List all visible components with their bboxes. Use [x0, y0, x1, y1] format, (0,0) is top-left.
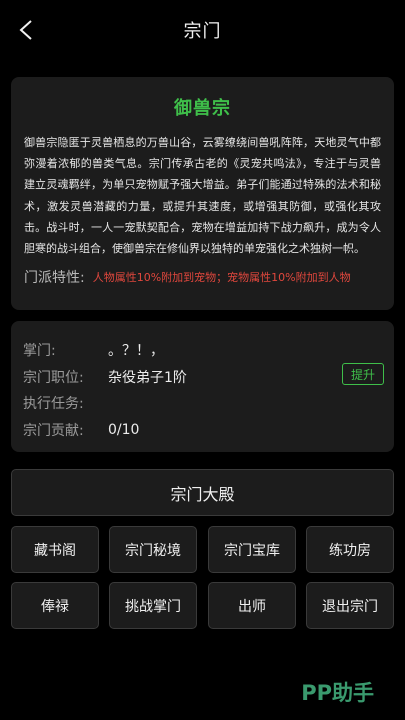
sect-name: 御兽宗 [174, 98, 231, 119]
contribution-row: 宗门贡献: 0/10 [23, 417, 394, 444]
salary-button[interactable]: 俸禄 [11, 582, 99, 629]
back-button[interactable] [12, 16, 40, 44]
task-row: 执行任务: [23, 390, 394, 417]
secret-realm-button[interactable]: 宗门秘境 [109, 526, 197, 573]
contribution-value: 0/10 [108, 421, 140, 438]
sect-description: 御兽宗隐匿于灵兽栖息的万兽山谷，云雾缭绕间兽吼阵阵，天地灵气中都弥漫着浓郁的兽类… [24, 136, 381, 256]
position-value: 杂役弟子1阶 [108, 369, 187, 386]
sect-trait-value: 人物属性10%附加到宠物；宠物属性10%附加到人物 [92, 271, 351, 285]
leader-value: 。？！， [108, 343, 164, 360]
leave-sect-button[interactable]: 退出宗门 [306, 582, 394, 629]
task-label: 执行任务: [23, 396, 84, 413]
member-info-card: 掌门: 。？！， 宗门职位: 杂役弟子1阶 执行任务: 宗门贡献: 0/10 提… [11, 321, 394, 452]
training-room-button[interactable]: 练功房 [306, 526, 394, 573]
sect-info-card: 御兽宗 御兽宗隐匿于灵兽栖息的万兽山谷，云雾缭绕间兽吼阵阵，天地灵气中都弥漫着浓… [11, 77, 394, 310]
pp-assistant-watermark: PP助手 [301, 681, 374, 705]
header-bar: 宗门 [0, 0, 405, 60]
position-row: 宗门职位: 杂役弟子1阶 [23, 364, 394, 391]
treasury-button[interactable]: 宗门宝库 [208, 526, 296, 573]
contribution-label: 宗门贡献: [23, 422, 84, 439]
library-button[interactable]: 藏书阁 [11, 526, 99, 573]
graduate-button[interactable]: 出师 [208, 582, 296, 629]
position-label: 宗门职位: [23, 369, 84, 386]
sect-trait: 门派特性: 人物属性10%附加到宠物；宠物属性10%附加到人物 [24, 267, 381, 287]
leader-row: 掌门: 。？！， [23, 337, 394, 364]
challenge-leader-button[interactable]: 挑战掌门 [109, 582, 197, 629]
page-title: 宗门 [183, 21, 222, 42]
chevron-left-icon [19, 20, 32, 40]
leader-label: 掌门: [23, 343, 56, 360]
sect-hall-button[interactable]: 宗门大殿 [11, 469, 394, 516]
sect-trait-label: 门派特性: [24, 270, 85, 287]
promote-button[interactable]: 提升 [342, 363, 384, 385]
